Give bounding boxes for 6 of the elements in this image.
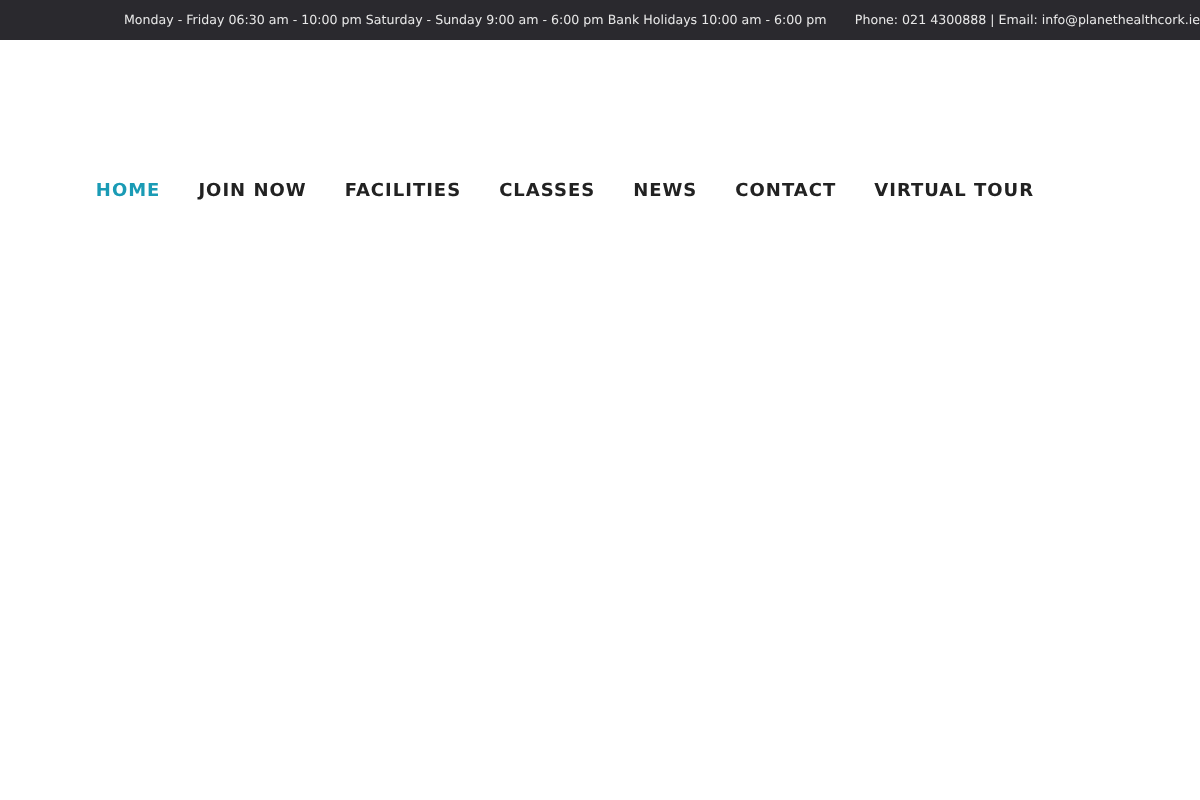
nav-link[interactable]: FACILITIES xyxy=(344,182,462,202)
nav-link[interactable]: JOIN NOW xyxy=(198,182,307,202)
nav-link[interactable]: CONTACT xyxy=(735,182,837,202)
nav-link[interactable]: VIRTUAL TOUR xyxy=(874,182,1034,202)
nav-link[interactable]: NEWS xyxy=(633,182,698,202)
nav-link[interactable]: CLASSES xyxy=(499,182,596,202)
